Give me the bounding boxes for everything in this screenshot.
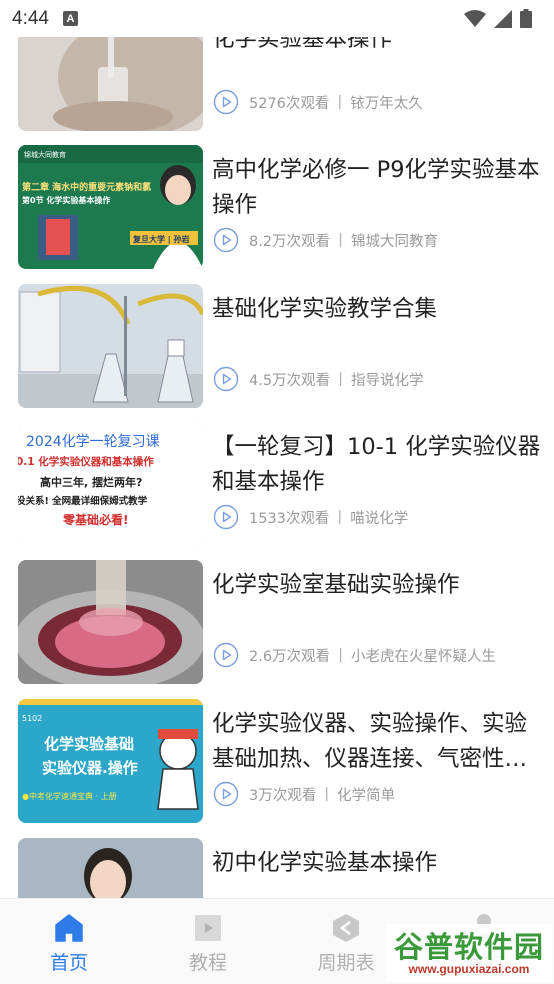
video-meta: 2.6万次观看 | 小老虎在火星怀疑人生	[213, 642, 496, 668]
video-thumbnail[interactable]	[18, 284, 203, 408]
separator: |	[337, 94, 343, 110]
video-thumbnail[interactable]: 锦城大同教育 第二章 海水中的重要元素钠和氯 第0节 化学实验基本操作 复旦大学…	[18, 145, 203, 269]
battery-icon	[520, 9, 532, 28]
author-name[interactable]: 化学简单	[337, 784, 395, 805]
tab-label: 首页	[49, 952, 88, 974]
periodic-table-icon	[333, 914, 359, 942]
status-time: 4:44	[12, 7, 49, 29]
author-name[interactable]: 喵说化学	[350, 507, 408, 528]
play-icon	[213, 781, 239, 807]
watermark: 谷普软件园 www.gupuxiazai.com	[386, 924, 552, 982]
notification-icon: A	[62, 11, 78, 26]
video-thumbnail[interactable]: 5102 化学实验基础 实验仪器.操作 ●中考化学速通宝典 · 上册	[18, 699, 203, 823]
video-meta: 1533次观看 | 喵说化学	[213, 504, 408, 530]
wifi-icon	[464, 9, 486, 27]
separator: |	[338, 371, 343, 387]
video-title[interactable]: 高中化学必修一 P9化学实验基本操作	[212, 153, 542, 223]
separator: |	[337, 509, 343, 525]
thumb-line3: ●中考化学速通宝典 · 上册	[22, 791, 117, 801]
view-count: 2.6万次观看	[249, 648, 331, 665]
tab-label: 教程	[188, 952, 227, 974]
play-icon	[213, 504, 239, 530]
video-title[interactable]: 基础化学实验教学合集	[212, 292, 542, 327]
thumb-line1: 第二章 海水中的重要元素钠和氯	[22, 181, 151, 193]
separator: |	[338, 647, 343, 663]
video-meta: 5276次观看 | 铱万年太久	[213, 89, 423, 115]
thumb-line2: 0.1 化学实验仪器和基本操作	[18, 455, 154, 468]
thumb-line5: 零基础必看!	[62, 512, 128, 527]
list-item[interactable]: 2024化学一轮复习课 0.1 化学实验仪器和基本操作 高中三年, 摆烂两年? …	[0, 422, 554, 546]
play-icon	[213, 89, 239, 115]
thumb-badge: 复旦大学 | 孙岩	[132, 234, 190, 244]
view-count: 8.2万次观看	[249, 233, 331, 250]
video-meta: 8.2万次观看 | 锦城大同教育	[213, 227, 438, 253]
thumb-line4: 没关系! 全网最详细保姆式教学	[18, 495, 148, 507]
thumb-line2: 第0节 化学实验基本操作	[22, 195, 110, 205]
video-thumbnail[interactable]: 2024化学一轮复习课 0.1 化学实验仪器和基本操作 高中三年, 摆烂两年? …	[18, 422, 203, 546]
view-count: 3万次观看	[249, 787, 317, 804]
separator: |	[324, 786, 330, 802]
list-item[interactable]: 化学实验室基础实验操作 2.6万次观看 | 小老虎在火星怀疑人生	[0, 560, 554, 684]
video-thumbnail[interactable]	[18, 560, 203, 684]
video-icon	[195, 915, 221, 941]
list-item[interactable]: 基础化学实验教学合集 4.5万次观看 | 指导说化学	[0, 284, 554, 408]
app-screen: 化学实验基本操作 5276次观看 | 铱万年太久 锦城大同教育 第二章 海水中的…	[0, 0, 554, 984]
play-icon	[213, 366, 239, 392]
author-name[interactable]: 锦城大同教育	[351, 230, 438, 251]
play-icon	[213, 227, 239, 253]
play-icon	[213, 642, 239, 668]
home-icon	[55, 914, 83, 942]
status-bar: 4:44 A	[0, 0, 554, 37]
thumb-banner: 锦城大同教育	[24, 150, 66, 159]
thumb-code: 5102	[22, 714, 42, 723]
list-item[interactable]: 5102 化学实验基础 实验仪器.操作 ●中考化学速通宝典 · 上册 化学实验仪…	[0, 699, 554, 823]
tab-tutorial[interactable]: 教程	[148, 899, 268, 984]
video-title[interactable]: 【一轮复习】10-1 化学实验仪器和基本操作	[212, 430, 542, 500]
thumb-line1: 2024化学一轮复习课	[26, 433, 160, 450]
thumb-line1: 化学实验基础	[44, 735, 134, 753]
video-title[interactable]: 化学实验仪器、实验操作、实验基础加热、仪器连接、气密性检查	[212, 707, 542, 777]
watermark-url: www.gupuxiazai.com	[408, 962, 530, 976]
author-name[interactable]: 铱万年太久	[350, 92, 423, 113]
video-meta: 4.5万次观看 | 指导说化学	[213, 366, 423, 392]
video-title[interactable]: 初中化学实验基本操作	[212, 846, 542, 881]
view-count: 4.5万次观看	[249, 372, 331, 389]
watermark-logo: 谷普软件园	[393, 930, 544, 964]
author-name[interactable]: 小老虎在火星怀疑人生	[351, 645, 496, 666]
separator: |	[338, 232, 343, 248]
video-meta: 3万次观看 | 化学简单	[213, 781, 395, 807]
list-item[interactable]: 锦城大同教育 第二章 海水中的重要元素钠和氯 第0节 化学实验基本操作 复旦大学…	[0, 145, 554, 269]
video-title[interactable]: 化学实验室基础实验操作	[212, 568, 542, 603]
tab-home[interactable]: 首页	[9, 899, 129, 984]
view-count: 5276次观看	[249, 95, 330, 112]
thumb-line2: 实验仪器.操作	[42, 759, 138, 777]
thumb-line3: 高中三年, 摆烂两年?	[40, 475, 142, 489]
signal-icon	[494, 9, 512, 28]
author-name[interactable]: 指导说化学	[351, 369, 424, 390]
status-icons	[464, 9, 532, 28]
view-count: 1533次观看	[249, 510, 330, 527]
